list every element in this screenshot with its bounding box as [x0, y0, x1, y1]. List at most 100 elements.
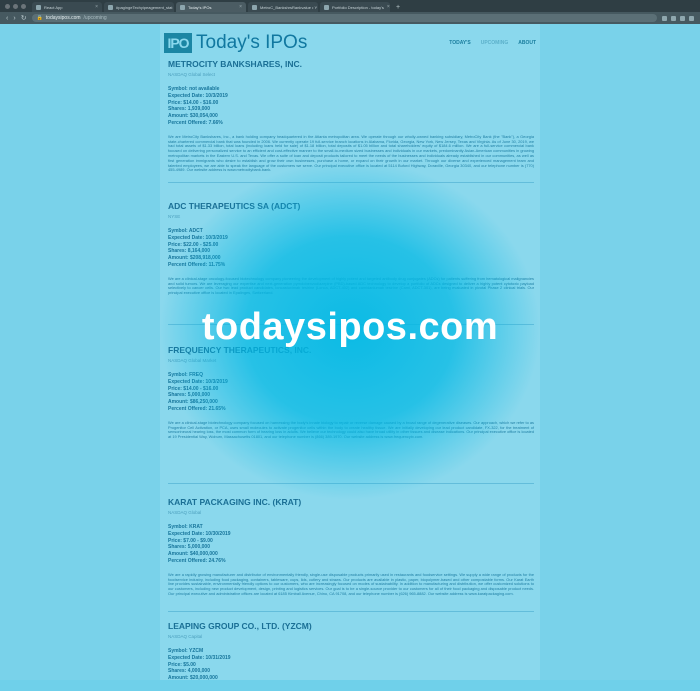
ipo-company-name[interactable]: ADC THERAPEUTICS SA (ADCT) — [168, 201, 534, 211]
nav-about[interactable]: ABOUT — [518, 40, 536, 46]
minimize-window-icon[interactable] — [13, 4, 18, 9]
ipo-entry: LEAPING GROUP CO., LTD. (YZCM) NASDAQ Ca… — [168, 621, 534, 691]
favicon-icon — [36, 4, 41, 10]
ipo-shares: Shares: 4,000,000 — [168, 668, 210, 675]
ipo-facts: Symbol: KRAT Expected Date: 10/30/2019 P… — [168, 524, 534, 565]
favicon-icon — [108, 4, 113, 10]
tab-label: Portfolio Description - today's — [332, 4, 384, 10]
close-tab-icon[interactable]: × — [95, 4, 98, 10]
browser-tab[interactable]: Portfolio Description - today's × — [320, 2, 390, 12]
nav-today[interactable]: TODAY'S — [449, 40, 470, 46]
back-icon[interactable]: ‹ — [6, 15, 8, 22]
browser-toolbar: ‹ › ↻ 🔒 todaysipos.com/upcoming — [0, 12, 700, 24]
ipo-symbol: Symbol: KRAT — [168, 524, 203, 530]
ipo-shares: Shares: 5,000,000 — [168, 544, 210, 551]
ipo-percent-offered: Percent Offered: 7.66% — [168, 119, 223, 126]
site-nav: TODAY'S UPCOMING ABOUT — [449, 40, 536, 46]
ipo-list: METROCITY BANKSHARES, INC. NASDAQ Global… — [168, 59, 534, 691]
ipo-entry: FREQUENCY THERAPEUTICS, INC. NASDAQ Glob… — [168, 345, 534, 497]
url-path: /upcoming — [83, 15, 107, 21]
browser-tab-active[interactable]: Today's IPOs × — [176, 2, 246, 12]
site-logo[interactable]: IPO — [164, 33, 192, 53]
ipo-price: Price: $14.00 - $16.00 — [168, 385, 219, 392]
ipo-amount: Amount: $30,054,000 — [168, 113, 218, 120]
site-title[interactable]: Today's IPOs — [196, 32, 307, 54]
ipo-entry: KARAT PACKAGING INC. (KRAT) NASDAQ Globa… — [168, 497, 534, 621]
tab-label: React App — [44, 4, 63, 10]
ipo-symbol: Symbol: YZCM — [168, 648, 204, 654]
browser-tab[interactable]: React App × — [32, 2, 102, 12]
maximize-window-icon[interactable] — [21, 4, 26, 9]
ipo-facts: Symbol: YZCM Expected Date: 10/31/2019 P… — [168, 648, 534, 682]
site-header: IPO Today's IPOs TODAY'S UPCOMING ABOUT — [164, 30, 536, 56]
url-domain: todaysipos.com — [45, 15, 81, 21]
ipo-shares: Shares: 8,164,000 — [168, 248, 210, 255]
reload-icon[interactable]: ↻ — [21, 15, 27, 22]
ipo-expected-date: Expected Date: 10/31/2019 — [168, 654, 231, 661]
ipo-facts: Symbol: ADCT Expected Date: 10/3/2019 Pr… — [168, 228, 534, 269]
divider — [168, 610, 534, 612]
ipo-description: We are MetroCity Bankshares, Inc., a ban… — [168, 134, 534, 173]
ipo-expected-date: Expected Date: 10/30/2019 — [168, 530, 231, 537]
ipo-exchange: NASDAQ Global — [168, 510, 202, 515]
ipo-company-name[interactable]: LEAPING GROUP CO., LTD. (YZCM) — [168, 621, 534, 631]
ipo-entry: ADC THERAPEUTICS SA (ADCT) NYSE Symbol: … — [168, 201, 534, 345]
ipo-symbol: Symbol: not available — [168, 86, 220, 92]
ipo-symbol: Symbol: FREQ — [168, 372, 204, 378]
close-tab-icon[interactable]: × — [387, 4, 390, 10]
ipo-expected-date: Expected Date: 10/3/2019 — [168, 234, 228, 241]
ipo-price: Price: $14.00 - $16.00 — [168, 99, 219, 106]
ipo-amount: Amount: $20,000,000 — [168, 675, 218, 682]
ipo-company-name[interactable]: FREQUENCY THERAPEUTICS, INC. — [168, 345, 534, 355]
extension-icon[interactable] — [671, 15, 676, 21]
ipo-percent-offered: Percent Offered: 11.75% — [168, 261, 226, 268]
extension-icon[interactable] — [662, 15, 667, 21]
lock-icon: 🔒 — [36, 15, 43, 21]
ipo-exchange: NASDAQ Global Market — [168, 358, 217, 363]
divider — [168, 181, 534, 183]
ipo-amount: Amount: $40,000,000 — [168, 551, 218, 558]
divider — [168, 482, 534, 484]
favicon-icon — [324, 4, 329, 10]
divider — [168, 323, 534, 325]
ipo-company-name[interactable]: KARAT PACKAGING INC. (KRAT) — [168, 497, 534, 507]
ipo-exchange: NASDAQ Capital — [168, 634, 203, 639]
window-controls — [0, 4, 32, 12]
profile-icon[interactable] — [689, 15, 694, 21]
ipo-price: Price: $22.00 - $25.00 — [168, 241, 219, 248]
ipo-company-name[interactable]: METROCITY BANKSHARES, INC. — [168, 59, 534, 69]
ipo-expected-date: Expected Date: 10/3/2019 — [168, 378, 228, 385]
ipo-exchange: NASDAQ Global Select — [168, 72, 216, 77]
ipo-amount: Amount: $208,918,000 — [168, 255, 221, 262]
ipo-price: Price: $5.00 — [168, 661, 196, 668]
browser-tab[interactable]: MetroC_BankshrsRankvalue • Y× — [248, 2, 318, 12]
favicon-icon — [252, 4, 257, 10]
extensions-area — [662, 15, 694, 21]
address-bar[interactable]: 🔒 todaysipos.com/upcoming — [31, 14, 657, 22]
ipo-facts: Symbol: not available Expected Date: 10/… — [168, 86, 534, 127]
close-tab-icon[interactable]: × — [239, 4, 242, 10]
ipo-entry: METROCITY BANKSHARES, INC. NASDAQ Global… — [168, 59, 534, 201]
extension-icon[interactable] — [680, 15, 685, 21]
ipo-description: We are a rapidly growing manufacturer an… — [168, 572, 534, 596]
ipo-amount: Amount: $86,250,000 — [168, 399, 218, 406]
ipo-facts: Symbol: FREQ Expected Date: 10/3/2019 Pr… — [168, 372, 534, 413]
ipo-exchange: NYSE — [168, 214, 181, 219]
ipo-shares: Shares: 5,000,000 — [168, 392, 210, 399]
ipo-shares: Shares: 1,939,000 — [168, 106, 210, 113]
ipo-percent-offered: Percent Offered: 24.76% — [168, 557, 226, 564]
nav-upcoming[interactable]: UPCOMING — [481, 40, 509, 46]
tab-label: MetroC_BankshrsRankvalue • Y — [260, 4, 318, 10]
ipo-expected-date: Expected Date: 10/3/2019 — [168, 92, 228, 99]
tab-label: #pagingeTechyipeagement_stat — [116, 4, 173, 10]
tab-label: Today's IPOs — [188, 4, 212, 10]
favicon-icon — [180, 4, 185, 10]
ipo-symbol: Symbol: ADCT — [168, 228, 203, 234]
browser-tab[interactable]: #pagingeTechyipeagement_stat× — [104, 2, 174, 12]
forward-icon[interactable]: › — [13, 15, 15, 22]
ipo-price: Price: $7.00 - $9.00 — [168, 537, 213, 544]
browser-tab-bar: React App× #pagingeTechyipeagement_stat×… — [0, 0, 700, 12]
close-window-icon[interactable] — [5, 4, 10, 9]
new-tab-icon[interactable]: + — [392, 4, 400, 12]
ipo-percent-offered: Percent Offered: 21.65% — [168, 405, 226, 412]
